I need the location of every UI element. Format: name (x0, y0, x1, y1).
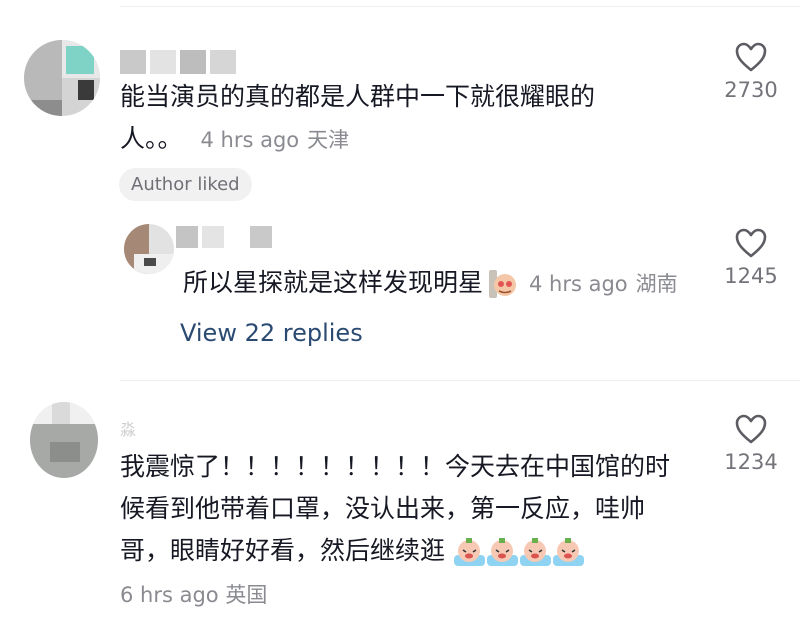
username-redacted[interactable] (176, 226, 272, 248)
like-count: 1245 (724, 264, 778, 288)
like-button[interactable]: 1245 (715, 228, 787, 288)
sticker-emoji (485, 267, 519, 301)
comment-location: 天津 (307, 128, 350, 152)
comment-meta: 6 hrs ago 英国 (120, 579, 267, 609)
avatar[interactable] (24, 40, 100, 116)
reply-text: 所以星探就是这样发现明星 4 hrs ago 湖南 (183, 262, 678, 305)
comment-time: 4 hrs ago (200, 128, 300, 152)
crying-emoji (486, 537, 519, 567)
avatar[interactable] (30, 402, 98, 478)
reply-time: 4 hrs ago (529, 272, 628, 296)
comment-location: 英国 (225, 583, 268, 607)
username-redacted[interactable]: 淼 (120, 420, 150, 440)
view-replies-link[interactable]: View 22 replies (180, 319, 363, 347)
like-count: 1234 (724, 450, 778, 474)
crying-emoji (453, 537, 486, 567)
divider (120, 6, 800, 7)
username-redacted[interactable] (120, 50, 236, 74)
comment-time: 6 hrs ago (120, 583, 219, 607)
avatar[interactable] (124, 224, 174, 274)
comment-text: 我震惊了！！！！！！！！！今天去在中国馆的时 候看到他带着口罩，没认出来，第一反… (120, 452, 671, 567)
like-button[interactable]: 1234 (715, 414, 787, 474)
heart-icon (735, 42, 767, 72)
comment-text: 能当演员的真的都是人群中一下就很耀眼的 人。。 4 hrs ago 天津 (120, 82, 596, 153)
like-count: 2730 (724, 78, 778, 102)
heart-icon (735, 228, 767, 258)
heart-icon (735, 414, 767, 444)
crying-emoji (519, 537, 552, 567)
author-liked-badge: Author liked (119, 168, 252, 201)
crying-emoji (552, 537, 585, 567)
reply-location: 湖南 (635, 272, 678, 296)
divider (120, 380, 800, 381)
like-button[interactable]: 2730 (715, 42, 787, 102)
crying-emoji-group (445, 536, 585, 567)
